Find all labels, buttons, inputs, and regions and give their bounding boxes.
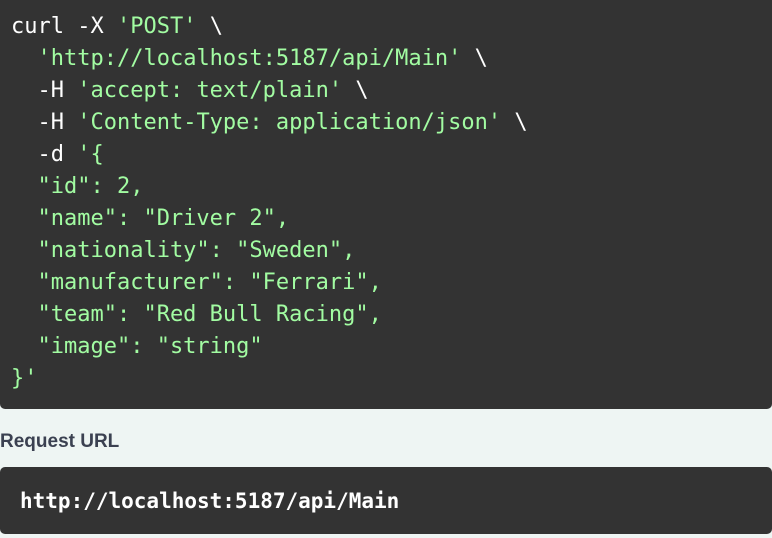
- request-url-block[interactable]: http://localhost:5187/api/Main: [0, 467, 772, 534]
- code-line: 'http://localhost:5187/api/Main' \: [11, 43, 772, 75]
- code-string-token: 'POST': [116, 14, 197, 39]
- code-line: "name": "Driver 2",: [11, 203, 772, 235]
- code-line: -H 'Content-Type: application/json' \: [11, 107, 772, 139]
- code-plain-token: curl -X: [11, 14, 117, 39]
- code-plain-token: \: [196, 14, 223, 39]
- code-plain-token: \: [461, 46, 488, 71]
- code-string-token: "team": "Red Bull Racing",: [11, 302, 382, 327]
- code-plain-token: \: [501, 110, 528, 135]
- code-string-token: "name": "Driver 2",: [11, 206, 290, 231]
- code-plain-token: -H: [11, 78, 78, 103]
- code-line: "nationality": "Sweden",: [11, 235, 772, 267]
- code-plain-token: -H: [11, 110, 78, 135]
- code-line: }': [11, 363, 772, 395]
- code-string-token: 'http://localhost:5187/api/Main': [37, 46, 462, 71]
- response-panel: curl -X 'POST' \ 'http://localhost:5187/…: [0, 0, 772, 538]
- code-string-token: 'Content-Type: application/json': [77, 110, 502, 135]
- curl-code-block[interactable]: curl -X 'POST' \ 'http://localhost:5187/…: [0, 0, 772, 409]
- code-string-token: }': [11, 366, 38, 391]
- code-line: curl -X 'POST' \: [11, 11, 772, 43]
- code-string-token: "id": 2,: [11, 174, 144, 199]
- code-string-token: '{: [77, 142, 104, 167]
- code-string-token: "nationality": "Sweden",: [11, 238, 356, 263]
- code-line: "manufacturer": "Ferrari",: [11, 267, 772, 299]
- code-line: "team": "Red Bull Racing",: [11, 299, 772, 331]
- code-line: -d '{: [11, 139, 772, 171]
- code-plain-token: \: [342, 78, 369, 103]
- code-line: "id": 2,: [11, 171, 772, 203]
- code-plain-token: -d: [11, 142, 78, 167]
- code-line: -H 'accept: text/plain' \: [11, 75, 772, 107]
- request-url-label: Request URL: [0, 431, 120, 452]
- code-string-token: 'accept: text/plain': [77, 78, 343, 103]
- code-line: "image": "string": [11, 331, 772, 363]
- code-string-token: "manufacturer": "Ferrari",: [11, 270, 382, 295]
- code-string-token: "image": "string": [11, 334, 263, 359]
- request-url-text[interactable]: http://localhost:5187/api/Main: [20, 489, 399, 513]
- code-plain-token: [11, 46, 38, 71]
